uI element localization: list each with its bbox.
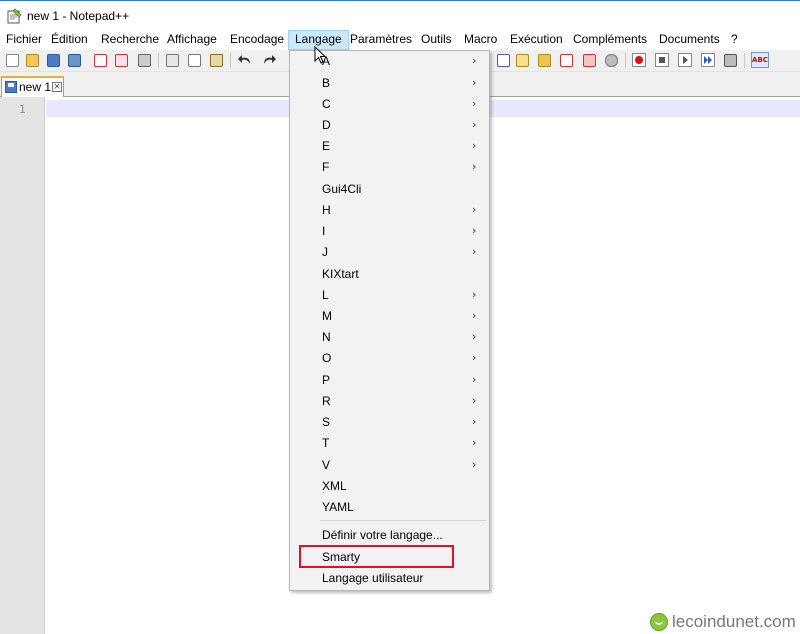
submenu-arrow-icon: ›: [472, 330, 477, 343]
play-macro-icon[interactable]: [677, 52, 693, 68]
redo-icon[interactable]: [261, 52, 277, 68]
menu-macro[interactable]: Macro: [458, 30, 503, 50]
tab-new-1[interactable]: new 1 ×: [1, 76, 64, 97]
language-menu-item[interactable]: D ›: [290, 115, 489, 136]
indent-guide-icon[interactable]: [536, 52, 552, 68]
doc-map-icon[interactable]: [558, 52, 574, 68]
language-menu-item[interactable]: H ›: [290, 200, 489, 221]
submenu-arrow-icon: ›: [472, 415, 477, 428]
close-all-icon[interactable]: [113, 52, 129, 68]
language-menu-item[interactable]: YAML: [290, 497, 489, 518]
language-menu-item[interactable]: L ›: [290, 285, 489, 306]
print-icon[interactable]: [136, 52, 152, 68]
submenu-arrow-icon: ›: [472, 373, 477, 386]
file-saved-icon: [5, 81, 17, 93]
save-all-icon[interactable]: [66, 52, 82, 68]
line-number: 1: [19, 103, 26, 116]
language-menu-item[interactable]: S ›: [290, 412, 489, 433]
submenu-arrow-icon: ›: [472, 97, 477, 110]
menu-item-user-language[interactable]: Langage utilisateur: [290, 568, 489, 589]
submenu-arrow-icon: ›: [472, 160, 477, 173]
new-file-icon[interactable]: [4, 52, 20, 68]
cut-icon[interactable]: [164, 52, 180, 68]
folder-workspace-icon[interactable]: [603, 52, 619, 68]
submenu-arrow-icon: ›: [472, 245, 477, 258]
run-macro-multiple-icon[interactable]: [700, 52, 716, 68]
language-menu-item[interactable]: F ›: [290, 157, 489, 178]
language-menu-item[interactable]: XML: [290, 476, 489, 497]
window-title: new 1 - Notepad++: [27, 9, 130, 23]
spell-check-icon[interactable]: ABC: [751, 52, 769, 68]
menu-help[interactable]: ?: [725, 30, 744, 50]
function-list-icon[interactable]: [581, 52, 597, 68]
language-menu-item[interactable]: T ›: [290, 433, 489, 454]
menu-execution[interactable]: Exécution: [504, 30, 569, 50]
undo-icon[interactable]: [237, 52, 253, 68]
language-menu-item[interactable]: I ›: [290, 221, 489, 242]
language-menu-item[interactable]: KIXtart: [290, 264, 489, 285]
language-menu-item[interactable]: Gui4Cli: [290, 179, 489, 200]
paste-icon[interactable]: [208, 52, 224, 68]
show-all-chars-icon[interactable]: [514, 52, 530, 68]
language-menu-item[interactable]: M ›: [290, 306, 489, 327]
menu-encodage[interactable]: Encodage: [224, 30, 290, 50]
submenu-arrow-icon: ›: [472, 76, 477, 89]
language-menu-item[interactable]: B ›: [290, 73, 489, 94]
menu-item-define-language[interactable]: Définir votre langage...: [290, 525, 489, 546]
menu-edition[interactable]: Édition: [45, 30, 94, 50]
language-menu-item[interactable]: J ›: [290, 242, 489, 263]
language-menu-dropdown: A › B › C › D › E › F › Gui4Cli H › I › J › KIXta…: [289, 50, 490, 591]
close-file-icon[interactable]: [92, 52, 108, 68]
notepadpp-app-icon: [7, 8, 22, 24]
menu-documents[interactable]: Documents: [653, 30, 726, 50]
tab-label: new 1: [19, 80, 52, 94]
language-menu-item[interactable]: C ›: [290, 94, 489, 115]
menu-bar: Fichier Édition Recherche Affichage Enco…: [0, 30, 800, 50]
smiley-logo-icon: [650, 613, 668, 631]
line-number-gutter: 1: [0, 97, 45, 634]
menu-fichier[interactable]: Fichier: [0, 30, 48, 50]
language-menu-item[interactable]: R ›: [290, 391, 489, 412]
submenu-arrow-icon: ›: [472, 458, 477, 471]
submenu-arrow-icon: ›: [472, 309, 477, 322]
word-wrap-icon[interactable]: [495, 52, 511, 68]
submenu-arrow-icon: ›: [472, 139, 477, 152]
submenu-arrow-icon: ›: [472, 118, 477, 131]
submenu-arrow-icon: ›: [472, 288, 477, 301]
open-file-icon[interactable]: [24, 52, 40, 68]
submenu-arrow-icon: ›: [472, 203, 477, 216]
tab-close-icon[interactable]: ×: [52, 82, 62, 92]
menu-affichage[interactable]: Affichage: [161, 30, 223, 50]
submenu-arrow-icon: ›: [472, 436, 477, 449]
record-macro-icon[interactable]: [631, 52, 647, 68]
mouse-cursor-icon: [314, 46, 326, 64]
save-icon[interactable]: [45, 52, 61, 68]
copy-icon[interactable]: [186, 52, 202, 68]
menu-complements[interactable]: Compléments: [567, 30, 653, 50]
menu-parametres[interactable]: Paramètres: [344, 30, 418, 50]
language-menu-item[interactable]: N ›: [290, 327, 489, 348]
menu-recherche[interactable]: Recherche: [95, 30, 165, 50]
submenu-arrow-icon: ›: [472, 54, 477, 67]
menu-outils[interactable]: Outils: [415, 30, 458, 50]
menu-separator: [320, 520, 486, 521]
save-macro-icon[interactable]: [722, 52, 738, 68]
language-menu-item[interactable]: E ›: [290, 136, 489, 157]
language-menu-item[interactable]: O ›: [290, 348, 489, 369]
title-bar: new 1 - Notepad++: [0, 0, 800, 30]
stop-macro-icon[interactable]: [654, 52, 670, 68]
submenu-arrow-icon: ›: [472, 394, 477, 407]
submenu-arrow-icon: ›: [472, 224, 477, 237]
watermark-text: lecoindunet.com: [672, 612, 796, 631]
menu-item-smarty[interactable]: Smarty: [290, 547, 489, 568]
notepadpp-window: new 1 - Notepad++ Fichier Édition Recher…: [0, 0, 800, 634]
language-menu-item[interactable]: P ›: [290, 370, 489, 391]
submenu-arrow-icon: ›: [472, 351, 477, 364]
language-menu-item[interactable]: V ›: [290, 455, 489, 476]
